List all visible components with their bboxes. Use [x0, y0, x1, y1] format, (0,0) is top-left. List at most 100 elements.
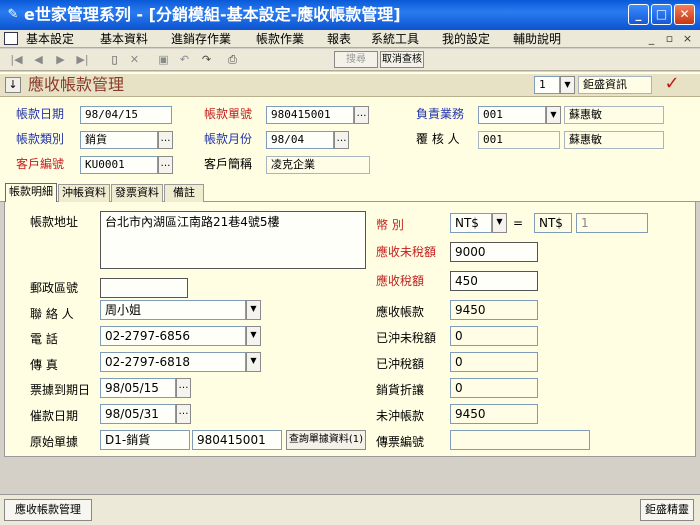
next-record-icon[interactable]: ▶	[52, 52, 69, 68]
close-icon[interactable]: ✕	[674, 4, 695, 25]
status-bar: 應收帳款管理 鉅盛精靈	[0, 494, 700, 525]
first-record-icon[interactable]: |◀	[8, 52, 25, 68]
query-document-button[interactable]: 查詢單據資料(1)	[286, 430, 366, 450]
zip-field[interactable]	[100, 278, 188, 298]
last-record-icon[interactable]: ▶|	[74, 52, 91, 68]
sales-name: 蘇惠敏	[564, 106, 664, 124]
voucher-type-lookup-button[interactable]: …	[158, 131, 173, 149]
company-name: 鉅盛資訊	[578, 76, 652, 94]
new-record-icon[interactable]: ▯	[106, 52, 123, 68]
menu-reports[interactable]: 報表	[327, 31, 351, 47]
chevron-down-icon[interactable]: ▼	[492, 213, 507, 233]
unoffset-label: 未沖帳款	[376, 409, 425, 423]
sales-code-select[interactable]: 001	[478, 106, 546, 124]
mdi-restore-icon[interactable]: ▫	[662, 32, 677, 45]
pen-icon[interactable]: ✎	[5, 7, 21, 23]
phone-select[interactable]: 02-2797-6856	[100, 326, 246, 346]
menu-inventory[interactable]: 進銷存作業	[171, 31, 231, 47]
exchange-rate: 1	[576, 213, 648, 233]
voucher-month-field[interactable]: 98/04	[266, 131, 334, 149]
currency-select[interactable]: NT$	[450, 213, 492, 233]
untaxed-label: 應收未稅額	[376, 245, 437, 259]
menu-basic-data[interactable]: 基本資料	[100, 31, 148, 47]
address-field[interactable]: 台北市內湖區江南路21巷4號5樓	[100, 211, 366, 269]
confirm-check-icon[interactable]: ✓	[660, 74, 684, 94]
tab-invoice-data[interactable]: 發票資料	[111, 184, 163, 202]
origin-label: 原始單據	[30, 435, 79, 449]
customer-lookup-button[interactable]: …	[158, 156, 173, 174]
fax-select[interactable]: 02-2797-6818	[100, 352, 246, 372]
collect-date-field[interactable]: 98/05/31	[100, 404, 176, 424]
voucher-no-field[interactable]: 980415001	[266, 106, 354, 124]
offset-untaxed-label: 已沖未稅額	[376, 331, 437, 345]
maximize-icon[interactable]: □	[651, 4, 672, 25]
fax-label: 傳 真	[30, 358, 58, 372]
contact-label: 聯 絡 人	[30, 307, 74, 321]
chevron-down-icon[interactable]: ▼	[246, 352, 261, 372]
menu-bar: 基本設定 基本資料 進銷存作業 帳款作業 報表 系統工具 我的設定 輔助說明 _…	[0, 30, 700, 48]
tax-field[interactable]: 450	[450, 271, 538, 291]
voucher-month-label: 帳款月份	[204, 132, 253, 146]
voucher-no-label: 帳款單號	[204, 107, 253, 121]
collect-date-lookup-button[interactable]: …	[176, 404, 191, 424]
print-icon[interactable]: ⎙	[224, 52, 241, 68]
undo-icon[interactable]: ↶	[176, 52, 193, 68]
menu-accounts[interactable]: 帳款作業	[256, 31, 304, 47]
mdi-minimize-icon[interactable]: _	[644, 32, 659, 45]
module-title: 應收帳款管理	[28, 75, 125, 94]
equals-sign: =	[513, 216, 524, 230]
chevron-down-icon[interactable]: ▼	[246, 326, 261, 346]
offset-tax-value: 0	[450, 352, 538, 372]
window-title: e世家管理系列 - [分銷模組-基本設定-應收帳款管理]	[24, 5, 401, 24]
discount-value: 0	[450, 378, 538, 398]
menu-system-tools[interactable]: 系統工具	[371, 31, 419, 47]
origin-type-field[interactable]: D1-銷貨	[100, 430, 190, 450]
previous-record-icon[interactable]: ◀	[30, 52, 47, 68]
redo-icon[interactable]: ↷	[198, 52, 215, 68]
due-date-lookup-button[interactable]: …	[176, 378, 191, 398]
customer-no-field[interactable]: KU0001	[80, 156, 158, 174]
company-index-select[interactable]: 1	[534, 76, 560, 94]
tab-voucher-detail[interactable]: 帳款明細	[5, 183, 57, 202]
collect-date-label: 催款日期	[30, 409, 79, 423]
voucher-no-lookup-button[interactable]: …	[354, 106, 369, 124]
chevron-down-icon[interactable]: ▼	[246, 300, 261, 320]
chevron-down-icon[interactable]: ▼	[546, 106, 561, 124]
voucher-type-label: 帳款類別	[16, 132, 65, 146]
title-bar: ✎ e世家管理系列 - [分銷模組-基本設定-應收帳款管理] _ □ ✕	[0, 0, 700, 30]
receivable-label: 應收帳款	[376, 305, 425, 319]
tab-notes[interactable]: 備註	[164, 184, 204, 202]
menu-help[interactable]: 輔助說明	[513, 31, 561, 47]
status-wizard-button[interactable]: 鉅盛精靈	[640, 499, 694, 521]
menu-my-settings[interactable]: 我的設定	[442, 31, 490, 47]
chevron-down-icon[interactable]: ▼	[560, 76, 575, 94]
voucher-type-field[interactable]: 銷貨	[80, 131, 158, 149]
offset-tax-label: 已沖稅額	[376, 357, 425, 371]
find-button[interactable]: 搜尋	[334, 51, 378, 68]
document-icon[interactable]	[4, 32, 18, 45]
status-module-button[interactable]: 應收帳款管理	[4, 499, 92, 521]
receivable-value: 9450	[450, 300, 538, 320]
delete-icon[interactable]: ✕	[126, 52, 143, 68]
due-date-field[interactable]: 98/05/15	[100, 378, 176, 398]
cancel-query-button[interactable]: 取消查核	[380, 51, 424, 68]
minimize-icon[interactable]: _	[628, 4, 649, 25]
base-currency: NT$	[534, 213, 572, 233]
customer-abbr: 凌克企業	[266, 156, 370, 174]
mdi-close-icon[interactable]: ×	[680, 32, 695, 45]
menu-basic-settings[interactable]: 基本設定	[26, 31, 74, 47]
customer-no-label: 客戶編號	[16, 157, 65, 171]
voucher-date-field[interactable]: 98/04/15	[80, 106, 172, 124]
tab-offset-data[interactable]: 沖帳資料	[58, 184, 110, 202]
toolbar: |◀ ◀ ▶ ▶| ▯ ✕ ▣ ↶ ↷ ⎙ 搜尋 取消查核	[0, 49, 700, 71]
zip-label: 郵政區號	[30, 281, 79, 295]
untaxed-field[interactable]: 9000	[450, 242, 538, 262]
tax-label: 應收稅額	[376, 274, 425, 288]
invoice-no-label: 傳票編號	[376, 435, 425, 449]
voucher-month-lookup-button[interactable]: …	[334, 131, 349, 149]
contact-select[interactable]: 周小姐	[100, 300, 246, 320]
collapse-icon[interactable]: ↓	[5, 77, 21, 93]
save-icon[interactable]: ▣	[155, 52, 172, 68]
origin-no-field[interactable]: 980415001	[192, 430, 282, 450]
invoice-no-value	[450, 430, 590, 450]
